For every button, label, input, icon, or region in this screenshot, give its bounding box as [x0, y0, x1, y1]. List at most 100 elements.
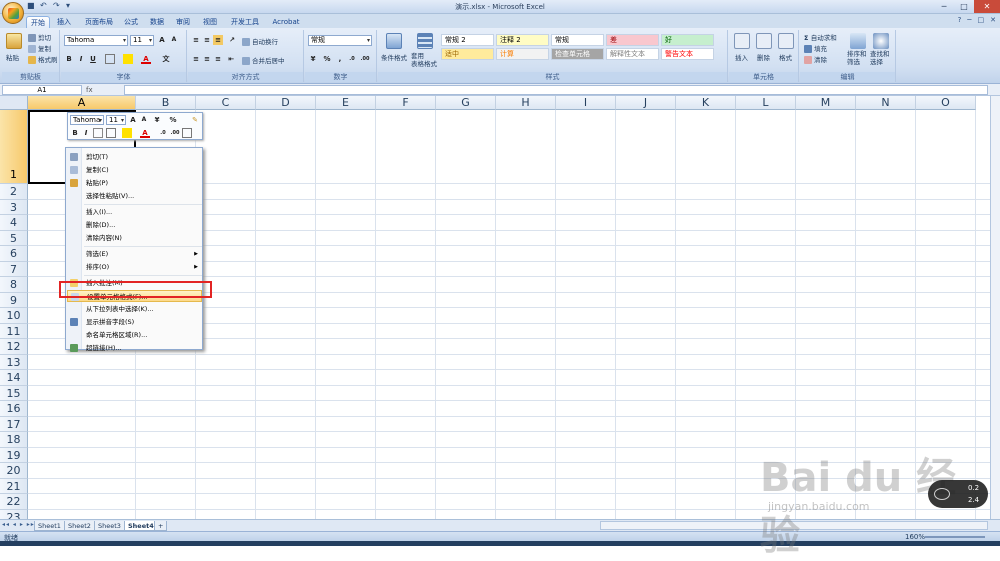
row-header-10[interactable]: 10: [0, 308, 28, 324]
increase-decimal-icon[interactable]: .0: [347, 54, 357, 64]
row-header-21[interactable]: 21: [0, 478, 28, 494]
fill-color-icon[interactable]: [123, 54, 133, 64]
column-header-D[interactable]: D: [256, 96, 316, 110]
row-header-17[interactable]: 17: [0, 416, 28, 432]
autosum-button[interactable]: Σ 自动求和: [804, 32, 837, 42]
format-cells-ribbon-icon[interactable]: [778, 33, 794, 49]
binoculars-icon[interactable]: [873, 33, 889, 49]
border-icon[interactable]: [105, 54, 115, 64]
menu-item-10[interactable]: 排序(O) ▶: [67, 261, 202, 273]
redo-icon[interactable]: ↷: [53, 2, 61, 10]
sheet-tab-Sheet4[interactable]: Sheet4: [124, 521, 158, 531]
row-header-8[interactable]: 8: [0, 277, 28, 293]
column-header-M[interactable]: M: [796, 96, 856, 110]
help-icon[interactable]: ?: [958, 16, 962, 24]
insert-cells-icon[interactable]: [734, 33, 750, 49]
menu-item-6[interactable]: 删除(D)...: [67, 219, 202, 231]
mini-format-painter-icon[interactable]: ✎: [190, 115, 200, 125]
column-header-B[interactable]: B: [136, 96, 196, 110]
column-header-A[interactable]: A: [28, 96, 136, 110]
font-size-combo[interactable]: 11: [130, 35, 154, 46]
insert-cells-button[interactable]: 插入: [735, 52, 748, 62]
cell-style-3[interactable]: 差: [606, 34, 659, 46]
decrease-decimal-icon[interactable]: .00: [360, 54, 370, 64]
column-header-G[interactable]: G: [436, 96, 496, 110]
orientation-icon[interactable]: ↗: [227, 35, 237, 45]
menu-item-14[interactable]: 从下拉列表中选择(K)...: [67, 303, 202, 315]
column-header-K[interactable]: K: [676, 96, 736, 110]
column-header-J[interactable]: J: [616, 96, 676, 110]
new-sheet-icon[interactable]: +: [154, 521, 168, 531]
fill-button[interactable]: 填充: [804, 43, 827, 53]
paste-icon[interactable]: [6, 33, 22, 49]
undo-icon[interactable]: ↶: [40, 2, 48, 10]
font-name-combo[interactable]: Tahoma: [64, 35, 128, 46]
phonetic-guide-icon[interactable]: 文: [161, 54, 171, 64]
menu-item-17[interactable]: 超链接(H)...: [67, 342, 202, 354]
cell-style-0[interactable]: 常规 2: [441, 34, 494, 46]
menu-item-5[interactable]: 插入(I)...: [67, 206, 202, 218]
conditional-format-icon[interactable]: [386, 33, 402, 49]
formula-input[interactable]: [124, 85, 988, 95]
tab-8[interactable]: Acrobat: [268, 16, 304, 28]
conditional-format-button[interactable]: 条件格式: [381, 52, 407, 62]
mini-bold-button[interactable]: B: [70, 128, 80, 138]
mini-size-combo[interactable]: 11: [106, 115, 126, 125]
comma-icon[interactable]: ,: [335, 54, 345, 64]
mini-decrease-decimal-icon[interactable]: .00: [170, 128, 180, 138]
mini-percent-icon[interactable]: %: [168, 115, 178, 125]
qat-dropdown-icon[interactable]: ▾: [66, 2, 74, 10]
clear-button[interactable]: 清除: [804, 54, 827, 64]
menu-item-0[interactable]: 剪切(T): [67, 151, 202, 163]
sheet-nav-arrows-icon[interactable]: ◂◂ ◂ ▸ ▸▸: [2, 521, 35, 528]
minimize-button[interactable]: ─: [934, 0, 954, 13]
align-middle-icon[interactable]: ≡: [202, 35, 212, 45]
menu-item-1[interactable]: 复制(C): [67, 164, 202, 176]
grow-font-icon[interactable]: A: [157, 35, 167, 45]
column-header-F[interactable]: F: [376, 96, 436, 110]
mini-border-icon[interactable]: [106, 128, 116, 138]
column-header-C[interactable]: C: [196, 96, 256, 110]
column-header-I[interactable]: I: [556, 96, 616, 110]
cell-style-7[interactable]: 检查单元格: [551, 48, 604, 60]
align-right-icon[interactable]: ≡: [213, 54, 223, 64]
cell-style-4[interactable]: 好: [661, 34, 714, 46]
format-painter-button[interactable]: 格式刷: [28, 54, 58, 64]
menu-item-3[interactable]: 选择性粘贴(V)...: [67, 190, 202, 202]
format-button[interactable]: 格式: [779, 52, 792, 62]
row-header-2[interactable]: 2: [0, 184, 28, 200]
mini-font-color-icon[interactable]: A: [140, 128, 150, 138]
save-icon[interactable]: ■: [27, 2, 35, 10]
row-header-12[interactable]: 12: [0, 339, 28, 355]
column-header-O[interactable]: O: [916, 96, 976, 110]
column-header-L[interactable]: L: [736, 96, 796, 110]
row-header-5[interactable]: 5: [0, 230, 28, 246]
tab-6[interactable]: 视图: [198, 16, 222, 28]
paste-button[interactable]: 粘贴: [6, 52, 19, 62]
tab-2[interactable]: 页面布局: [80, 16, 118, 28]
row-header-14[interactable]: 14: [0, 370, 28, 386]
sheet-tab-Sheet3[interactable]: Sheet3: [94, 521, 125, 531]
close-workbook-icon[interactable]: ✕: [990, 16, 996, 24]
mini-increase-decimal-icon[interactable]: .0: [158, 128, 168, 138]
percent-icon[interactable]: %: [322, 54, 332, 64]
row-header-1[interactable]: 1: [0, 110, 28, 184]
column-header-E[interactable]: E: [316, 96, 376, 110]
close-button[interactable]: ✕: [974, 0, 1000, 13]
menu-item-16[interactable]: 命名单元格区域(R)...: [67, 329, 202, 341]
row-header-7[interactable]: 7: [0, 261, 28, 277]
mini-align-center-icon[interactable]: [93, 128, 103, 138]
row-header-18[interactable]: 18: [0, 432, 28, 448]
italic-button[interactable]: I: [76, 54, 86, 64]
vertical-scrollbar[interactable]: [990, 96, 1000, 519]
delete-cells-button[interactable]: 删除: [757, 52, 770, 62]
tab-1[interactable]: 插入: [52, 16, 76, 28]
select-all-corner[interactable]: [0, 96, 28, 110]
maximize-button[interactable]: □: [954, 0, 974, 13]
sheet-tab-Sheet1[interactable]: Sheet1: [34, 521, 65, 531]
cell-style-8[interactable]: 解释性文本: [606, 48, 659, 60]
row-header-13[interactable]: 13: [0, 354, 28, 370]
mini-currency-icon[interactable]: ¥: [152, 115, 162, 125]
row-header-9[interactable]: 9: [0, 292, 28, 308]
sort-filter-button[interactable]: 排序和 筛选: [847, 50, 867, 66]
